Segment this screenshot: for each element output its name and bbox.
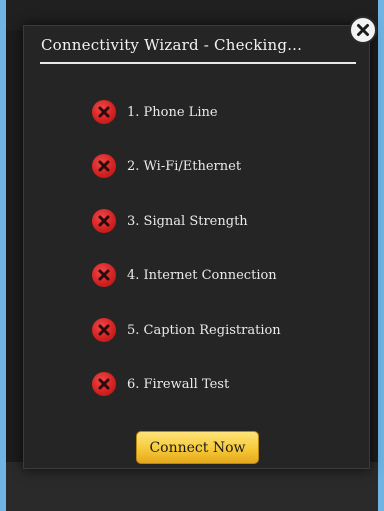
x-circle-icon: [92, 209, 116, 233]
connect-now-button[interactable]: Connect Now: [136, 431, 259, 464]
check-item-caption-registration: 5. Caption Registration: [92, 318, 281, 342]
check-label: 6. Firewall Test: [127, 376, 230, 392]
check-item-internet-connection: 4. Internet Connection: [92, 263, 277, 287]
x-circle-icon: [92, 154, 116, 178]
check-label: 2. Wi-Fi/Ethernet: [127, 158, 242, 174]
x-circle-icon: [92, 263, 116, 287]
x-circle-icon: [92, 318, 116, 342]
check-label: 5. Caption Registration: [127, 322, 281, 338]
background-footer: [6, 462, 378, 511]
check-label: 4. Internet Connection: [127, 267, 277, 283]
check-item-firewall-test: 6. Firewall Test: [92, 372, 229, 396]
close-icon: [355, 22, 371, 38]
check-item-phone-line: 1. Phone Line: [92, 100, 218, 124]
check-item-wifi-ethernet: 2. Wi-Fi/Ethernet: [92, 154, 241, 178]
dialog-title: Connectivity Wizard - Checking...: [41, 36, 303, 54]
x-circle-icon: [92, 100, 116, 124]
connectivity-wizard-dialog: Connectivity Wizard - Checking... 1. Pho…: [23, 25, 370, 469]
title-divider: [40, 62, 356, 64]
x-circle-icon: [92, 372, 116, 396]
check-item-signal-strength: 3. Signal Strength: [92, 209, 248, 233]
close-button[interactable]: [349, 16, 377, 44]
check-label: 3. Signal Strength: [127, 213, 248, 229]
check-label: 1. Phone Line: [127, 104, 218, 120]
